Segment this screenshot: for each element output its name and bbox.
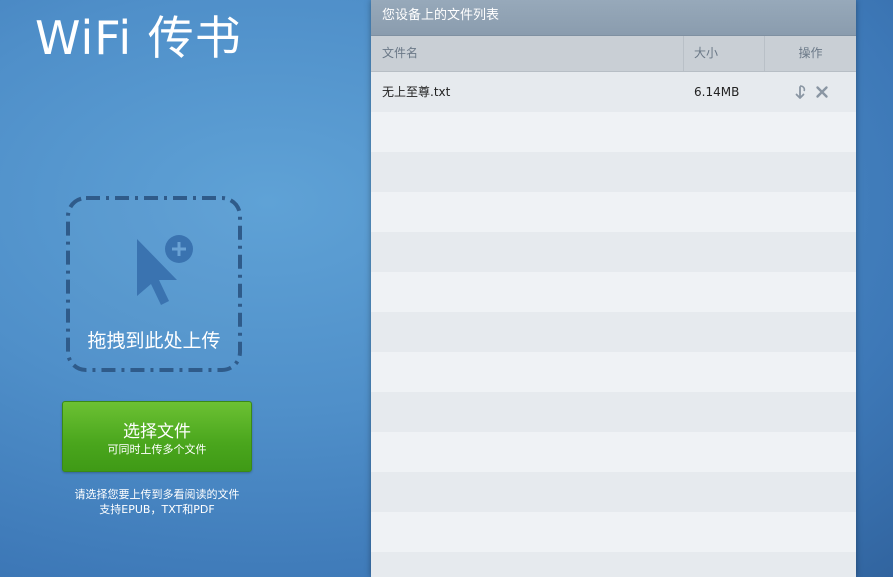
- file-rows: 无上至尊.txt 6.14MB: [371, 72, 856, 577]
- table-row-empty: [371, 512, 856, 552]
- table-row-empty: [371, 192, 856, 232]
- table-row-empty: [371, 392, 856, 432]
- column-header-name: 文件名: [371, 36, 684, 71]
- drop-zone-label: 拖拽到此处上传: [87, 330, 221, 352]
- file-actions: [765, 72, 856, 112]
- table-row-empty: [371, 352, 856, 392]
- choose-file-sublabel: 可同时上传多个文件: [107, 443, 207, 456]
- table-row-empty: [371, 232, 856, 272]
- column-header-size: 大小: [684, 36, 765, 71]
- table-row-empty: [371, 272, 856, 312]
- app-title: WiFi 传书: [35, 11, 242, 65]
- table-row-empty: [371, 112, 856, 152]
- table-row-empty: [371, 312, 856, 352]
- file-name: 无上至尊.txt: [382, 85, 451, 99]
- choose-file-label: 选择文件: [123, 422, 191, 442]
- table-row-empty: [371, 552, 856, 577]
- supported-formats: 支持EPUB，TXT和PDF: [99, 503, 215, 516]
- drop-zone[interactable]: 拖拽到此处上传: [66, 196, 242, 372]
- table-header: 文件名 大小 操作: [371, 36, 856, 72]
- table-row: 无上至尊.txt 6.14MB: [371, 72, 856, 112]
- close-icon[interactable]: [814, 84, 830, 100]
- file-list-panel: 您设备上的文件列表 文件名 大小 操作 无上至尊.txt 6.14MB: [371, 0, 856, 577]
- table-row-empty: [371, 432, 856, 472]
- upload-hint: 请选择您要上传到多看阅读的文件: [74, 488, 240, 501]
- file-size: 6.14MB: [694, 85, 740, 99]
- choose-file-button[interactable]: 选择文件 可同时上传多个文件: [62, 401, 252, 472]
- download-icon[interactable]: [792, 84, 808, 100]
- column-header-actions: 操作: [798, 46, 823, 60]
- file-list-title: 您设备上的文件列表: [371, 0, 856, 36]
- table-row-empty: [371, 472, 856, 512]
- cursor-plus-icon: [137, 235, 193, 305]
- table-row-empty: [371, 152, 856, 192]
